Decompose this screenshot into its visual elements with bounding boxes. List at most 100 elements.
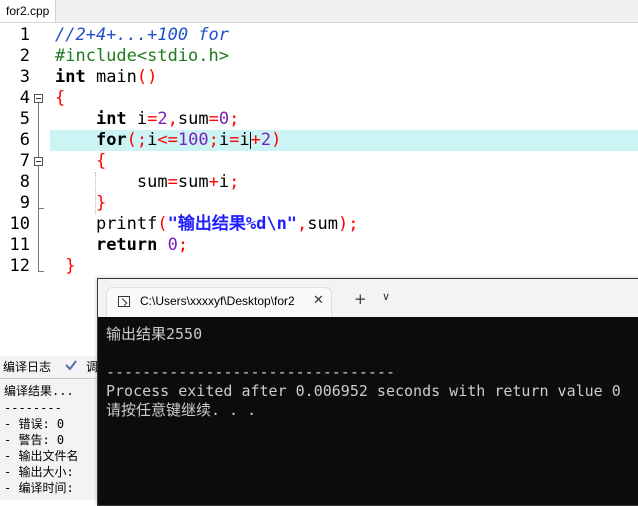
- debug-check-icon: [64, 358, 78, 377]
- number-token: 2: [157, 109, 168, 129]
- log-line: - 输出文件名: [4, 449, 79, 463]
- paren-token: (): [136, 67, 158, 87]
- console-tab[interactable]: C:\Users\xxxxyf\Desktop\for2 ✕: [106, 287, 332, 317]
- operator-token: +: [208, 172, 219, 192]
- chevron-down-icon[interactable]: ∨: [382, 290, 390, 303]
- identifier-token: sum: [136, 172, 168, 192]
- number-token: 100: [177, 130, 209, 150]
- code-line-3: int main(): [55, 67, 157, 88]
- identifier-token: i: [218, 130, 230, 150]
- comment-token: //2+4+...+100 for: [55, 25, 229, 45]
- code-editor[interactable]: 1 2 3 4 5 6 7 8 9 10 11 12 //2+4+...+100…: [0, 23, 638, 285]
- code-line-10: printf("输出结果%d\n",sum);: [55, 214, 359, 235]
- keyword-token: for: [95, 130, 127, 150]
- brace-token: }: [95, 193, 107, 213]
- number-token: 0: [167, 235, 178, 255]
- operator-token: =: [229, 130, 240, 150]
- code-line-5: int i=2,sum=0;: [55, 109, 239, 130]
- semicolon-token: ;: [348, 214, 359, 234]
- terminal-icon: [118, 296, 130, 307]
- close-icon[interactable]: ✕: [313, 293, 324, 308]
- operator-token: <=: [157, 130, 178, 150]
- function-token: printf: [95, 214, 158, 234]
- file-tab-for2[interactable]: for2.cpp: [0, 0, 57, 22]
- line-number: 6: [19, 130, 30, 150]
- code-line-4: {: [55, 88, 65, 109]
- line-number: 7: [19, 151, 30, 171]
- operator-token: =: [208, 109, 219, 129]
- new-tab-button[interactable]: +: [354, 290, 367, 308]
- console-window[interactable]: C:\Users\xxxxyf\Desktop\for2 ✕ + ∨ 输出结果2…: [97, 278, 638, 506]
- console-title-bar: C:\Users\xxxxyf\Desktop\for2 ✕ + ∨: [98, 279, 638, 317]
- fold-collapse-icon[interactable]: [34, 94, 43, 103]
- identifier-token: i: [147, 130, 158, 150]
- code-line-11: return 0;: [55, 235, 188, 256]
- operator-token: =: [147, 109, 158, 129]
- tab-compile-log[interactable]: 编译日志: [3, 358, 51, 376]
- string-token: "输出结果%d\n": [167, 214, 298, 234]
- paren-token: ): [271, 130, 282, 150]
- line-number: 2: [19, 46, 30, 66]
- log-line: 编译结果...: [4, 384, 74, 398]
- console-output-line: 输出结果2550: [106, 325, 203, 343]
- number-token: 2: [260, 130, 272, 150]
- log-line: - 输出大小:: [4, 465, 74, 479]
- line-number: 12: [9, 256, 30, 276]
- log-line: - 编译时间:: [4, 481, 74, 495]
- compile-log-panel: 编译日志 调 编译结果... -------- - 错误: 0 - 警告: 0 …: [0, 356, 100, 500]
- console-separator: --------------------------------: [106, 363, 395, 381]
- line-number-gutter: 1 2 3 4 5 6 7 8 9 10 11 12: [0, 23, 50, 285]
- paren-token: (;: [126, 130, 148, 150]
- comma-token: ,: [297, 214, 308, 234]
- brace-token: }: [55, 256, 76, 276]
- line-number: 4: [19, 88, 30, 108]
- file-tab-bar: for2.cpp: [0, 0, 638, 23]
- line-number: 8: [19, 172, 30, 192]
- operator-token: +: [250, 130, 261, 150]
- code-line-6: for(;i<=100;i=i+2): [55, 130, 281, 151]
- comma-token: ,: [167, 109, 178, 129]
- number-token: 0: [218, 109, 230, 129]
- identifier-token: sum: [177, 109, 209, 129]
- identifier-token: i: [126, 109, 148, 129]
- identifier-token: sum: [177, 172, 209, 192]
- log-line: - 错误: 0: [4, 417, 65, 431]
- paren-token: (: [157, 214, 168, 234]
- brace-token: {: [55, 88, 66, 108]
- fold-end-marker: [38, 208, 44, 209]
- semicolon-token: ;: [177, 235, 189, 255]
- identifier-token: sum: [307, 214, 339, 234]
- brace-token: {: [95, 151, 107, 171]
- fold-collapse-icon[interactable]: [34, 157, 43, 166]
- log-line: - 警告: 0: [4, 433, 65, 447]
- console-exit-line: Process exited after 0.006952 seconds wi…: [106, 382, 621, 400]
- line-number: 3: [19, 67, 30, 87]
- code-line-9: }: [55, 193, 106, 214]
- line-number: 5: [19, 109, 30, 129]
- console-tab-title: C:\Users\xxxxyf\Desktop\for2: [140, 294, 295, 308]
- console-prompt-line: 请按任意键继续. . .: [106, 401, 257, 419]
- paren-token: ): [338, 214, 349, 234]
- code-line-7: {: [55, 151, 106, 172]
- line-number: 1: [19, 25, 30, 45]
- panel-tab-bar: 编译日志 调: [0, 356, 100, 379]
- keyword-token: int: [95, 109, 127, 129]
- operator-token: =: [167, 172, 178, 192]
- preprocessor-token: #include<stdio.h>: [55, 46, 229, 66]
- keyword-token: return: [95, 235, 158, 255]
- code-line-12: }: [55, 256, 75, 277]
- semicolon-token: ;: [229, 109, 240, 129]
- code-line-1: //2+4+...+100 for: [55, 25, 229, 46]
- identifier-token: main: [85, 67, 137, 87]
- code-line-2: #include<stdio.h>: [55, 46, 229, 67]
- keyword-token: int: [55, 67, 86, 87]
- semicolon-token: ;: [229, 172, 240, 192]
